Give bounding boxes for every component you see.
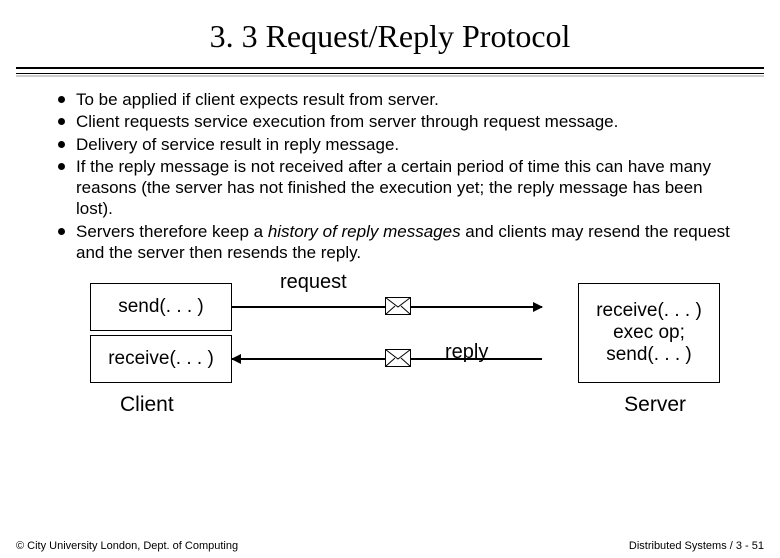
list-item: To be applied if client expects result f…: [58, 89, 740, 110]
box-text: receive(. . . ): [596, 300, 702, 322]
box-text: send(. . . ): [606, 344, 692, 366]
list-item: If the reply message is not received aft…: [58, 156, 740, 220]
list-item: Delivery of service result in reply mess…: [58, 134, 740, 155]
envelope-icon: [385, 349, 411, 367]
box-text: exec op;: [613, 322, 685, 344]
slide-title: 3. 3 Request/Reply Protocol: [0, 18, 780, 55]
divider: [16, 67, 764, 79]
footer: © City University London, Dept. of Compu…: [16, 540, 764, 552]
footer-right: Distributed Systems / 3 - 51: [629, 540, 764, 552]
client-receive-box: receive(. . . ): [90, 335, 232, 383]
box-text: receive(. . . ): [108, 348, 214, 370]
server-box: receive(. . . ) exec op; send(. . . ): [578, 283, 720, 383]
envelope-icon: [385, 297, 411, 315]
reply-label: reply: [445, 341, 488, 364]
client-send-box: send(. . . ): [90, 283, 232, 331]
box-text: send(. . . ): [118, 296, 204, 318]
list-item: Servers therefore keep a history of repl…: [58, 221, 740, 264]
text-emphasis: history of reply messages: [268, 222, 461, 241]
protocol-diagram: send(. . . ) receive(. . . ) receive(. .…: [90, 273, 720, 433]
request-label: request: [280, 271, 347, 294]
text: Servers therefore keep a: [76, 222, 268, 241]
server-label: Server: [624, 393, 686, 417]
footer-left: © City University London, Dept. of Compu…: [16, 540, 238, 552]
list-item: Client requests service execution from s…: [58, 111, 740, 132]
bullet-list: To be applied if client expects result f…: [58, 89, 740, 263]
client-label: Client: [120, 393, 174, 417]
